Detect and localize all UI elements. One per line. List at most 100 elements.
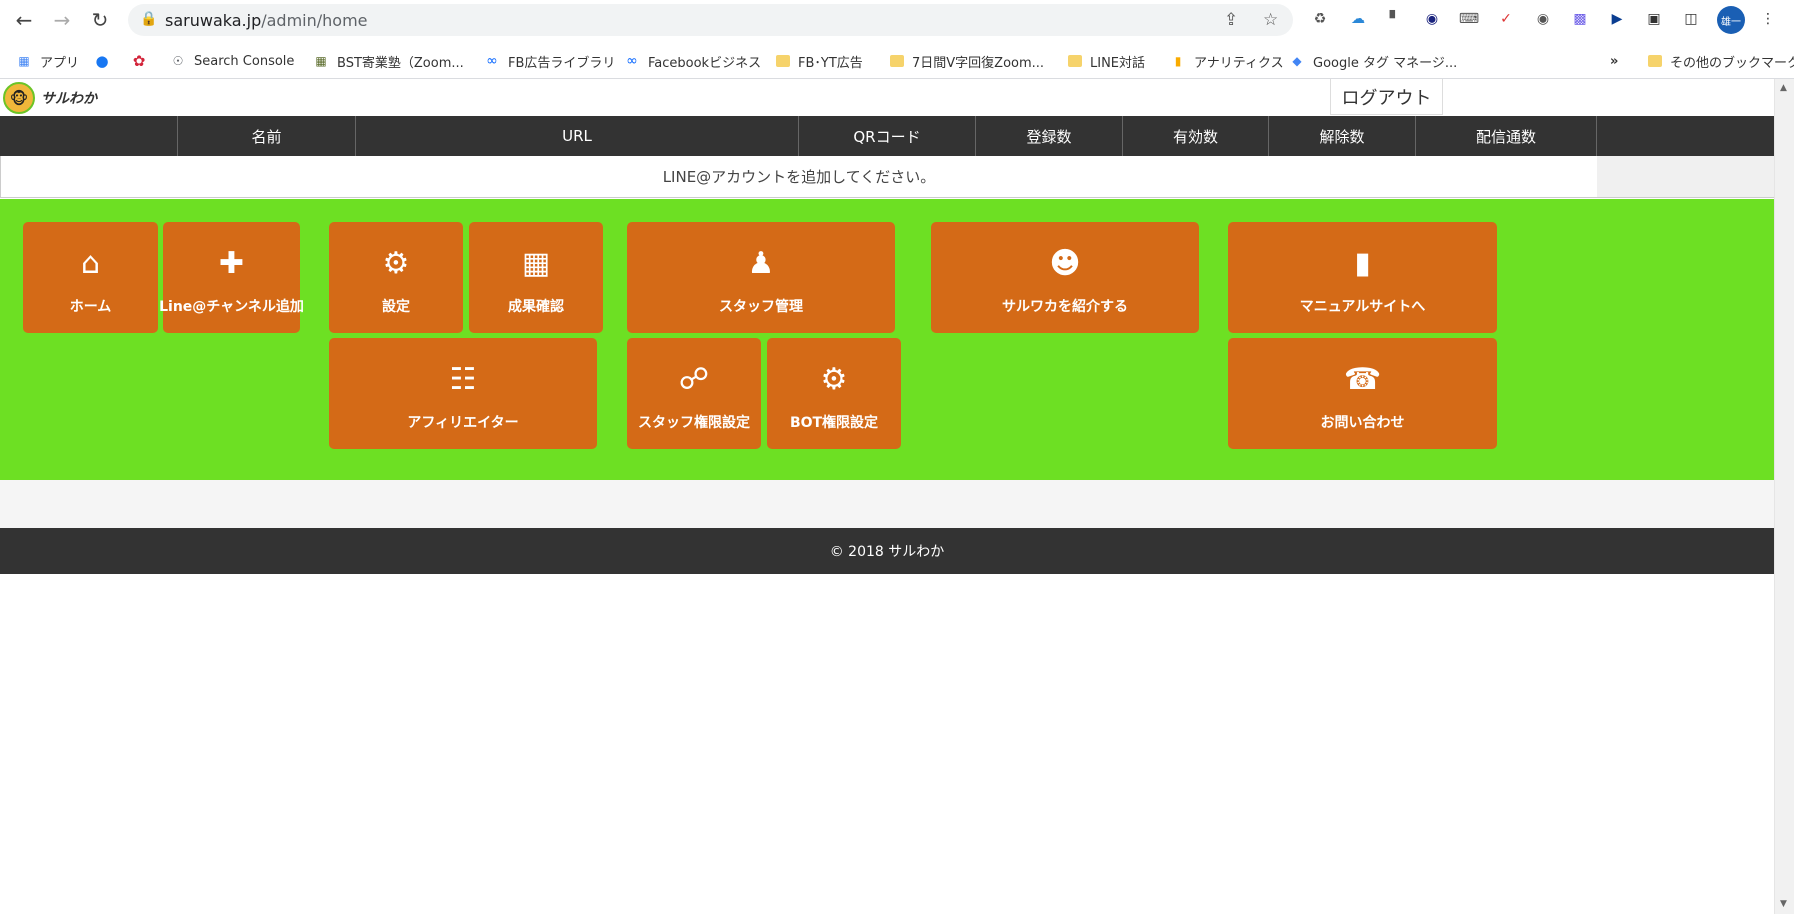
tile-label: 設定 — [382, 299, 410, 315]
tile-label: 成果確認 — [508, 299, 564, 315]
other-bookmarks[interactable]: その他のブックマーク — [1648, 50, 1794, 72]
bookmark-item[interactable]: 7日間V字回復Zoom... — [890, 50, 1044, 72]
presentation-icon: ▦ — [521, 246, 551, 281]
browser-menu-icon[interactable]: ⋮ — [1758, 9, 1778, 29]
bookmark-star-icon[interactable]: ☆ — [1263, 10, 1278, 30]
bookmark-item[interactable]: LINE対話 — [1068, 50, 1145, 72]
reload-icon: ↻ — [91, 8, 109, 32]
bookmark-item[interactable]: ● — [94, 50, 118, 72]
folder-icon — [890, 55, 904, 67]
lock-icon: 🔒 — [140, 11, 158, 27]
column-header-deliveries: 配信通数 — [1416, 116, 1597, 156]
arrow-right-icon: → — [53, 8, 71, 32]
home-icon: ⌂ — [80, 246, 101, 281]
tile-settings[interactable]: ⚙ 設定 — [329, 222, 463, 333]
scroll-down-icon[interactable]: ▼ — [1780, 899, 1787, 909]
tile-label: お問い合わせ — [1320, 415, 1405, 431]
bookmark-item[interactable]: ∞ Facebookビジネス — [624, 50, 761, 72]
scroll-up-icon[interactable]: ▲ — [1780, 83, 1787, 93]
meta-icon: ∞ — [486, 53, 498, 69]
tile-label: サルワカを紹介する — [1002, 299, 1128, 315]
search-console-icon: ☉ — [172, 54, 184, 68]
tile-label: スタッフ管理 — [719, 299, 803, 315]
tile-home[interactable]: ⌂ ホーム — [23, 222, 158, 333]
tag-manager-icon: ◆ — [1292, 54, 1302, 68]
menu-panel: ⌂ ホーム ✚ Line@チャンネル追加 ⚙ 設定 ▦ 成果確認 ♟ スタッフ管… — [0, 199, 1774, 480]
bookmark-item[interactable]: ☉ Search Console — [170, 50, 295, 72]
camera-extension-icon[interactable]: ◉ — [1533, 9, 1553, 29]
profile-avatar[interactable]: 雄一 — [1717, 6, 1745, 34]
bookmark-item[interactable]: ▦ BST寄業塾（Zoom... — [313, 50, 463, 72]
url-text: saruwaka.jp/admin/home — [165, 11, 368, 30]
book-icon: ▮ — [1354, 246, 1371, 281]
tile-staff-management[interactable]: ♟ スタッフ管理 — [627, 222, 895, 333]
column-header-active: 有効数 — [1123, 116, 1269, 156]
lock-extension-icon[interactable]: ◉ — [1422, 9, 1442, 29]
logout-button[interactable]: ログアウト — [1330, 79, 1443, 115]
analytics-icon: ▮ — [1174, 54, 1182, 68]
column-header-registered: 登録数 — [976, 116, 1123, 156]
tile-results[interactable]: ▦ 成果確認 — [469, 222, 603, 333]
back-button[interactable]: ← — [10, 6, 38, 34]
cloud-extension-icon[interactable]: ☁ — [1348, 9, 1368, 29]
meta-icon: ∞ — [626, 53, 638, 69]
folder-icon — [776, 55, 790, 67]
tile-label: アフィリエイター — [407, 415, 519, 431]
add-user-icon: ✚ — [218, 246, 245, 281]
browser-chrome: ← → ↻ 🔒 saruwaka.jp/admin/home ⇪ ☆ ♻ ☁ ▘… — [0, 0, 1794, 79]
flower-icon: ✿ — [132, 52, 146, 70]
share-page-icon[interactable]: ⇪ — [1224, 10, 1238, 30]
check-extension-icon[interactable]: ✓ — [1496, 9, 1516, 29]
footer: © 2018 サルわか — [0, 528, 1774, 574]
bookmark-item[interactable]: ∞ FB広告ライブラリ — [484, 50, 615, 72]
bookmark-item[interactable]: FB･YT広告 — [776, 50, 863, 72]
site-logo[interactable]: 🐵 サルわか — [3, 82, 97, 114]
tile-contact[interactable]: ☎ お問い合わせ — [1228, 338, 1497, 449]
support-headset-icon: ☎ — [1343, 362, 1382, 397]
column-header-url: URL — [356, 116, 799, 156]
table-header: 名前 URL QRコード 登録数 有効数 解除数 配信通数 — [0, 116, 1774, 156]
forward-button[interactable]: → — [48, 6, 76, 34]
tile-manual-site[interactable]: ▮ マニュアルサイトへ — [1228, 222, 1497, 333]
recycle-extension-icon[interactable]: ♻ — [1310, 9, 1330, 29]
side-panel-icon[interactable]: ◫ — [1681, 9, 1701, 29]
tile-label: Line@チャンネル追加 — [159, 299, 304, 315]
code-extension-icon[interactable]: ⌨ — [1459, 9, 1479, 29]
apps-grid-icon: ▦ — [18, 54, 30, 68]
bookmarks-overflow-button[interactable]: » — [1610, 50, 1618, 72]
copyright-text: © 2018 サルわか — [829, 544, 945, 560]
bookmark-item[interactable]: ◆ Google タグ マネージ... — [1289, 50, 1457, 72]
tile-introduce[interactable]: ☻ サルワカを紹介する — [931, 222, 1199, 333]
bst-icon: ▦ — [315, 54, 327, 68]
address-bar[interactable]: 🔒 saruwaka.jp/admin/home ⇪ ☆ — [128, 4, 1293, 36]
spacer-band — [0, 480, 1774, 528]
puzzle-extensions-icon[interactable]: ▣ — [1644, 9, 1664, 29]
tile-bot-permissions[interactable]: ⚙ BOT権限設定 — [767, 338, 901, 449]
tile-label: スタッフ権限設定 — [638, 415, 750, 431]
play-extension-icon[interactable]: ▶ — [1607, 9, 1627, 29]
bookmark-item[interactable]: ▮ アナリティクス — [1170, 50, 1284, 72]
column-header-cancelled: 解除数 — [1269, 116, 1416, 156]
file-code-extension-icon[interactable]: ▩ — [1570, 9, 1590, 29]
column-header — [1597, 116, 1774, 156]
tile-label: ホーム — [69, 299, 112, 315]
bookmarks-bar: ▦ アプリ ● ✿ ☉ Search Console ▦ BST寄業塾（Zoom...… — [0, 44, 1794, 79]
column-header-qr: QRコード — [799, 116, 976, 156]
folder-icon — [1648, 55, 1662, 67]
tool-extension-icon[interactable]: ▘ — [1385, 9, 1405, 29]
share-icon: ☍ — [678, 362, 710, 397]
tile-label: BOT権限設定 — [789, 415, 879, 431]
tile-label: マニュアルサイトへ — [1299, 299, 1426, 315]
logo-text: サルわか — [41, 91, 97, 107]
bookmark-item[interactable]: ✿ — [131, 50, 155, 72]
vertical-scrollbar[interactable]: ▲ ▼ — [1774, 79, 1794, 914]
bookmark-item[interactable]: ▦ アプリ — [16, 50, 79, 72]
page-content: 🐵 サルわか ログアウト 名前 URL QRコード 登録数 有効数 解除数 配信… — [0, 79, 1774, 914]
table-row-end — [1597, 156, 1774, 198]
monkey-logo-icon: 🐵 — [3, 82, 35, 114]
reload-button[interactable]: ↻ — [86, 6, 114, 34]
tile-add-channel[interactable]: ✚ Line@チャンネル追加 — [159, 222, 304, 333]
tile-affiliator[interactable]: ☷ アフィリエイター — [329, 338, 597, 449]
network-icon: ☷ — [449, 362, 477, 397]
tile-staff-permissions[interactable]: ☍ スタッフ権限設定 — [627, 338, 761, 449]
